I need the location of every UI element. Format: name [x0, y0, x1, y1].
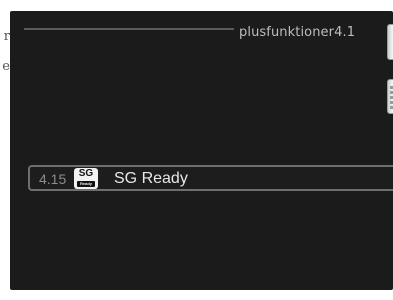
grip-dots-icon	[390, 86, 393, 109]
scrollbar[interactable]	[387, 24, 393, 114]
heat-pump-display: plusfunktioner4.1 4.15 SG Ready SG Ready	[10, 11, 393, 290]
scroll-grip-handle[interactable]	[387, 79, 393, 114]
page-edge-text: r	[3, 29, 10, 44]
menu-item-sg-ready[interactable]: 4.15 SG Ready SG Ready	[28, 165, 393, 191]
sg-icon-text: SG	[78, 168, 94, 179]
menu-item-label: SG Ready	[114, 170, 188, 187]
menu-title: plusfunktioner4.1	[239, 25, 356, 40]
menu-item-number: 4.15	[39, 171, 67, 187]
page-edge-text: e	[2, 59, 10, 74]
title-divider	[24, 28, 234, 30]
sg-ready-icon: SG Ready	[74, 168, 98, 189]
manual-page: r e plusfunktioner4.1 4.15 SG Ready SG R…	[0, 0, 393, 300]
sg-icon-subtext: Ready	[79, 181, 92, 186]
scroll-thumb[interactable]	[387, 24, 393, 60]
